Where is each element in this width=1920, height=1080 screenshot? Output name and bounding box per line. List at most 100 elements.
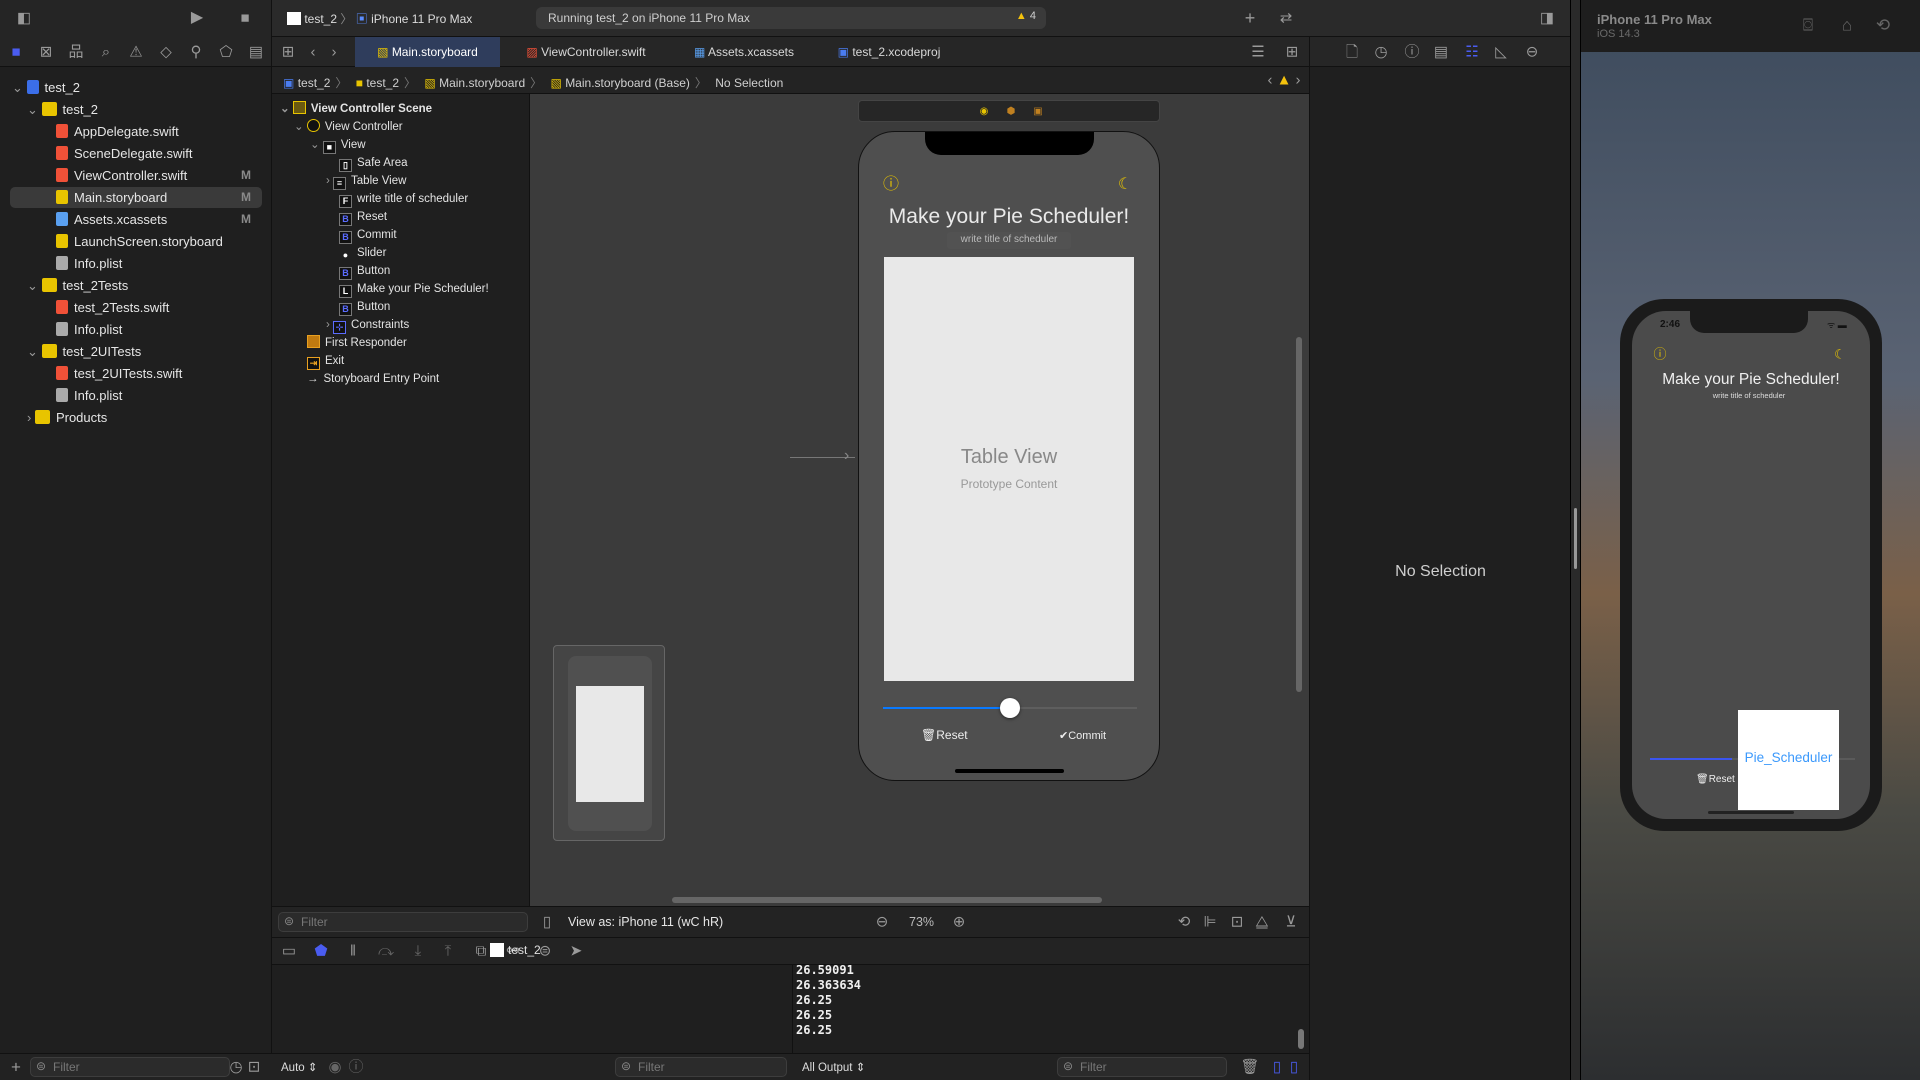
nav-item-file-selected[interactable]: Main.storyboard [56,187,167,209]
warning-count[interactable]: ▲ 4 [1016,10,1036,22]
moon-button-icon[interactable]: ☾ [1834,348,1846,361]
view-debugger-icon[interactable]: ⧉ [476,944,487,959]
eye-icon[interactable]: ◉ [328,1060,341,1075]
first-responder-icon[interactable]: ⬢ [1007,107,1016,117]
sidebar-toggle-icon[interactable]: ◧ [17,11,31,26]
screenshot-icon[interactable]: ⌼ [1803,17,1813,34]
previous-issue-icon[interactable]: ‹ [1268,73,1273,88]
inspector-toggle-icon[interactable]: ◨ [1540,11,1554,26]
nav-item-file[interactable]: LaunchScreen.storyboard [56,231,223,253]
outline-item[interactable]: B Button [339,262,390,280]
zoom-in-icon[interactable]: ⊕ [953,915,966,930]
step-out-icon[interactable]: ⤒ [445,944,452,959]
title-text-field[interactable]: write title of scheduler [947,232,1071,249]
breakpoints-toggle-icon[interactable]: ⬟ [314,944,327,959]
title-text-field[interactable]: write title of scheduler [1700,391,1798,400]
outline-item[interactable]: L Make your Pie Scheduler! [339,280,489,298]
nav-item-file[interactable]: ViewController.swift [56,165,187,187]
outline-item[interactable]: First Responder [307,334,407,352]
step-into-icon[interactable]: ⤓ [415,944,422,959]
history-inspector-icon[interactable]: ◷ [1374,45,1387,60]
nav-item-file[interactable]: Info.plist [56,385,122,407]
source-control-filter-icon[interactable]: ⊡ [248,1060,261,1075]
source-control-icon[interactable]: ⊠ [40,45,53,60]
reset-button[interactable]: 🗑Reset [921,728,968,742]
view-controller-icon[interactable]: ◉ [980,107,989,117]
info-button-icon[interactable]: ⓘ [883,177,899,193]
outline-item-scene[interactable]: ⌄ View Controller Scene [280,100,432,118]
forward-icon[interactable]: › [332,45,337,60]
breakpoint-icon[interactable]: ⬠ [219,45,232,60]
table-view[interactable]: Table View Prototype Content [884,257,1134,681]
nav-item-project[interactable]: ⌄ test_2 [12,77,80,99]
outline-item[interactable]: ⌄ ■ View [310,136,366,154]
outline-item[interactable]: Fwrite title of scheduler [339,190,468,208]
find-icon[interactable]: ⌕ [102,45,110,60]
toggle-outline-icon[interactable]: ▯ [543,915,551,930]
info-button-icon[interactable]: ⓘ [1653,348,1666,361]
add-library-icon[interactable]: + [1245,9,1256,27]
show-console-icon[interactable]: ▯ [1290,1060,1298,1075]
align-icon[interactable]: ⊫ [1203,915,1216,930]
device-name[interactable]: iPhone 11 Pro Max [371,12,472,26]
debug-navigator-icon[interactable]: ⚲ [191,45,202,60]
resolve-issues-icon[interactable]: ⧋ [1255,915,1268,930]
nav-item-file[interactable]: Assets.xcassets [56,209,167,231]
vertical-scrollbar[interactable] [1296,337,1302,692]
nav-item-file[interactable]: test_2UITests.swift [56,363,182,385]
breadcrumb-item[interactable]: test_2 [366,76,399,90]
navigator-filter-input[interactable]: Filter [30,1057,230,1077]
outline-item[interactable]: › ≡ Table View [326,172,406,190]
issue-icon[interactable]: ⚠ [129,45,142,60]
add-constraints-icon[interactable]: ⊡ [1231,915,1244,930]
process-selector[interactable]: test_2 [490,943,541,957]
commit-button[interactable]: ✔Commit [1059,729,1106,742]
output-select[interactable]: All Output ⇕ [802,1060,865,1074]
zoom-out-icon[interactable]: ⊖ [876,915,889,930]
outline-item[interactable]: ● Slider [339,244,387,262]
home-icon[interactable]: ⌂ [1842,17,1852,34]
connections-inspector-icon[interactable]: ⊖ [1526,45,1539,60]
storyboard-canvas[interactable]: › ◉ ⬢ ▣ ⓘ ☾ Make your Pie Scheduler! wri… [530,94,1309,906]
console-scrollbar[interactable] [1298,1029,1304,1049]
trash-icon[interactable]: 🗑 [1240,1060,1259,1075]
size-inspector-icon[interactable]: ◺ [1495,45,1507,60]
nav-item-folder[interactable]: › Products [27,407,107,429]
project-navigator-icon[interactable]: ■ [11,45,20,60]
identity-inspector-icon[interactable]: ▤ [1434,45,1448,60]
editor-options-icon[interactable]: ☰ [1251,45,1264,60]
outline-item[interactable]: B Reset [339,208,387,226]
minimap[interactable] [553,645,665,841]
pie-scheduler-popup[interactable]: Pie_Scheduler [1738,710,1839,810]
related-items-icon[interactable]: ⊞ [282,45,295,60]
warning-icon[interactable]: ▲ [1277,73,1292,88]
code-review-icon[interactable]: ⇄ [1280,11,1293,26]
attributes-inspector-icon[interactable]: ☷ [1465,45,1478,60]
simulate-location-icon[interactable]: ➤ [570,944,583,959]
show-variables-icon[interactable]: ▯ [1273,1060,1281,1075]
add-file-icon[interactable]: + [11,1059,21,1076]
rotate-icon[interactable]: ⟲ [1876,17,1890,34]
outline-item[interactable]: B Button [339,298,390,316]
test-icon[interactable]: ◇ [160,45,172,60]
variables-filter-input[interactable]: Filter [615,1057,787,1077]
tab-viewcontroller-swift[interactable]: ▨ ViewController.swift [514,37,658,67]
stop-icon[interactable]: ■ [240,11,249,26]
nav-item-folder[interactable]: ⌄ test_2 [27,99,98,121]
update-frames-icon[interactable]: ⟲ [1178,915,1191,930]
nav-item-file[interactable]: Info.plist [56,319,122,341]
outline-item[interactable]: › ⊹ Constraints [326,316,409,334]
symbol-navigator-icon[interactable]: 品 [68,45,83,60]
nav-item-file[interactable]: Info.plist [56,253,122,275]
outline-item[interactable]: → Storyboard Entry Point [307,370,439,388]
nav-item-folder[interactable]: ⌄ test_2UITests [27,341,141,363]
console-output[interactable]: 26.59091 26.363634 26.25 26.25 26.25 [793,963,1309,1053]
exit-icon[interactable]: ▣ [1033,107,1042,117]
outline-item[interactable]: ⇥ Exit [307,352,344,370]
view-controller-scene[interactable]: ⓘ ☾ Make your Pie Scheduler! write title… [858,131,1160,781]
outline-item[interactable]: ▯ Safe Area [339,154,408,172]
breadcrumb-item[interactable]: Main.storyboard (Base) [565,76,690,90]
reset-button[interactable]: 🗑Reset [1696,774,1735,785]
view-as-device[interactable]: View as: iPhone 11 (wC hR) [568,915,723,929]
nav-item-file[interactable]: AppDelegate.swift [56,121,179,143]
